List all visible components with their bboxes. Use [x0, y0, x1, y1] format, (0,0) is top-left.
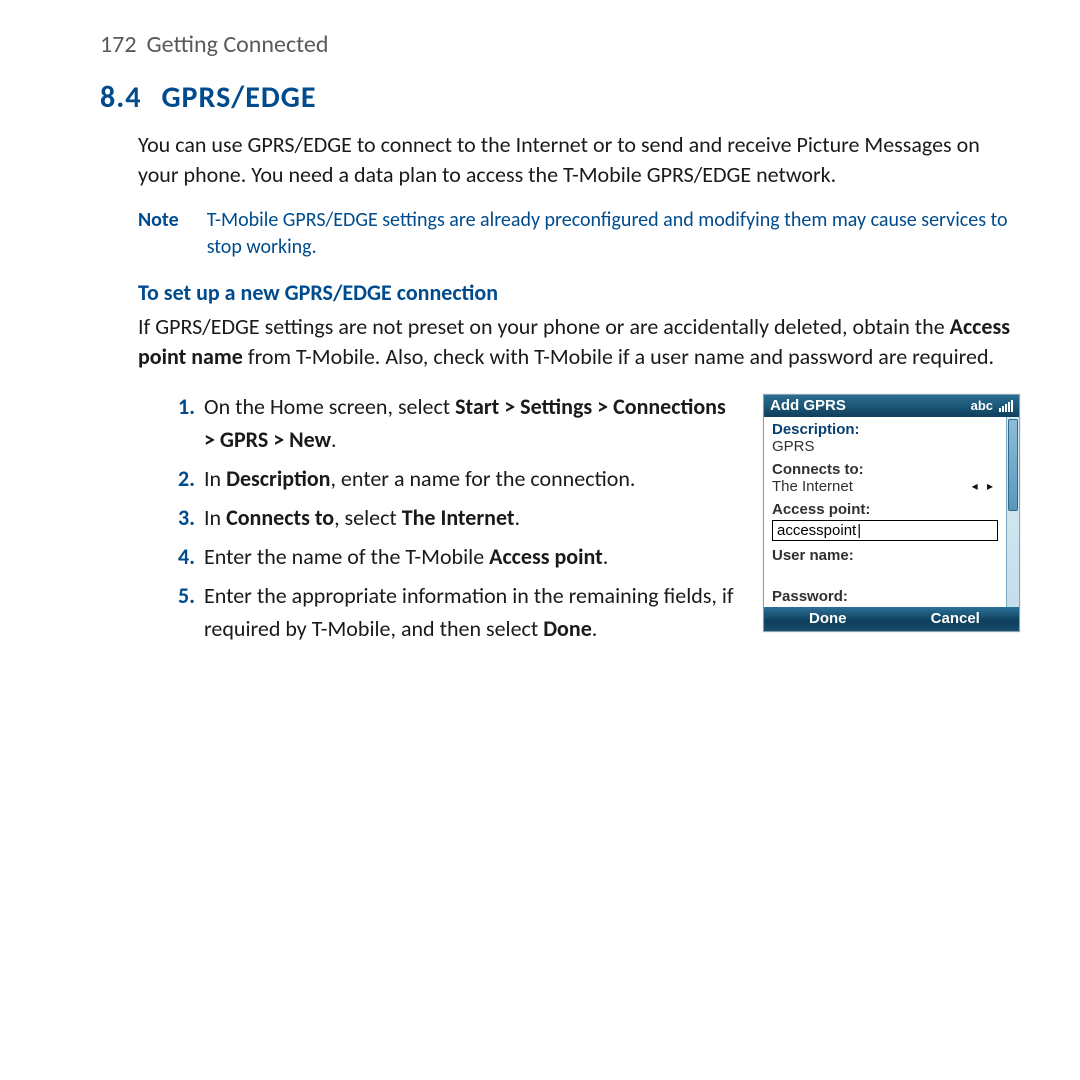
softkey-bar: Done Cancel [764, 607, 1019, 631]
access-point-value: accesspoint [777, 522, 856, 539]
username-label: User name: [772, 547, 1000, 564]
access-point-input[interactable]: accesspoint| [772, 520, 998, 541]
description-value[interactable]: GPRS [772, 438, 1000, 455]
subheading: To set up a new GPRS/EDGE connection [138, 279, 1020, 306]
access-point-label: Access point: [772, 501, 1000, 518]
page-number: 172 [100, 30, 137, 59]
scrollbar-thumb[interactable] [1008, 419, 1018, 511]
cancel-button[interactable]: Cancel [892, 607, 1020, 631]
vertical-scrollbar[interactable] [1006, 417, 1019, 607]
note-block: Note T-Mobile GPRS/EDGE settings are alr… [138, 207, 1020, 261]
description-label: Description: [772, 421, 1000, 438]
text-caret-icon: | [857, 522, 858, 539]
signal-icon [999, 400, 1013, 412]
phone-title: Add GPRS [770, 397, 846, 414]
left-right-arrows-icon[interactable]: ◂ ▸ [972, 479, 996, 493]
username-input[interactable] [772, 564, 1000, 582]
phone-titlebar: Add GPRS abc [764, 395, 1019, 417]
connects-to-label: Connects to: [772, 461, 1000, 478]
connects-to-value: The Internet [772, 478, 853, 495]
setup-intro: If GPRS/EDGE settings are not preset on … [138, 312, 1020, 371]
intro-paragraph: You can use GPRS/EDGE to connect to the … [138, 130, 1020, 189]
done-button[interactable]: Done [764, 607, 892, 631]
step-4: Enter the name of the T-Mobile Access po… [200, 540, 735, 573]
setup-intro-pre: If GPRS/EDGE settings are not preset on … [138, 313, 950, 340]
input-mode-indicator: abc [971, 398, 993, 413]
setup-intro-post: from T-Mobile. Also, check with T-Mobile… [243, 343, 994, 370]
note-text: T-Mobile GPRS/EDGE settings are already … [207, 207, 1020, 261]
step-3: In Connects to, select The Internet. [200, 501, 735, 534]
step-1: On the Home screen, select Start > Setti… [200, 390, 735, 456]
step-5: Enter the appropriate information in the… [200, 579, 735, 645]
chapter-title: Getting Connected [147, 30, 329, 59]
section-title: GPRS/EDGE [161, 79, 316, 116]
phone-screenshot: Add GPRS abc Des [763, 394, 1020, 632]
step-2: In Description, enter a name for the con… [200, 462, 735, 495]
page-header: 172 Getting Connected [100, 30, 1020, 59]
section-number: 8.4 [100, 79, 141, 116]
steps-list: On the Home screen, select Start > Setti… [138, 390, 735, 645]
note-label: Note [138, 207, 179, 261]
connects-to-value-row[interactable]: The Internet ◂ ▸ [772, 478, 1000, 495]
password-label: Password: [772, 588, 1000, 605]
section-heading: 8.4 GPRS/EDGE [100, 79, 1020, 116]
